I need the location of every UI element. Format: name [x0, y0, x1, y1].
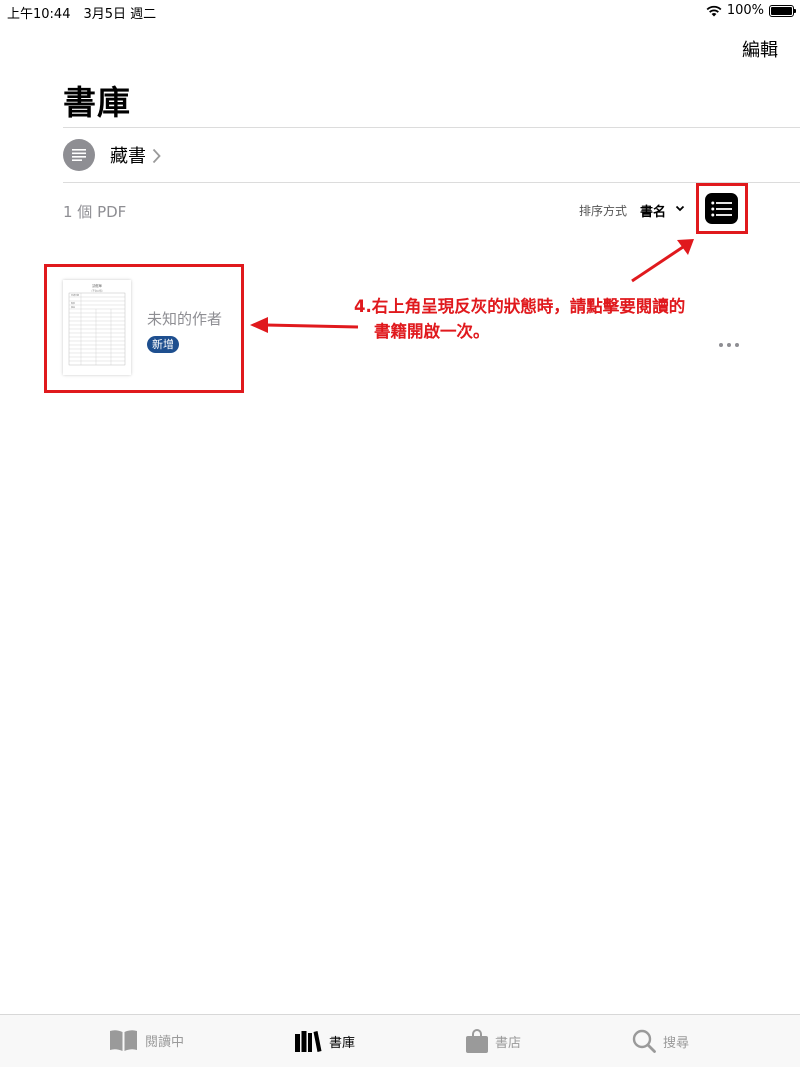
tab-label: 書庫: [329, 1035, 356, 1051]
annotation-arrows: [250, 239, 694, 333]
tab-library[interactable]: 書庫: [295, 1029, 355, 1053]
library-icon: [295, 1031, 322, 1052]
arrow-to-book: [265, 323, 359, 329]
shopping-bag-icon: [466, 1029, 488, 1053]
tab-bar: 閱讀中 書庫 書店 搜尋: [0, 1014, 800, 1067]
book-open-icon: [110, 1030, 137, 1051]
arrow-to-list-button: [631, 245, 684, 283]
arrowhead-icon: [677, 239, 694, 255]
tab-search[interactable]: 搜尋: [632, 1029, 689, 1053]
tab-book-store[interactable]: 書店: [466, 1029, 521, 1053]
tab-label: 搜尋: [663, 1035, 690, 1051]
tab-label: 書店: [495, 1035, 522, 1051]
tab-reading-now[interactable]: 閱讀中: [109, 1029, 184, 1052]
tab-label: 閱讀中: [145, 1035, 185, 1050]
arrowhead-icon: [250, 317, 268, 333]
search-icon: [632, 1029, 656, 1053]
